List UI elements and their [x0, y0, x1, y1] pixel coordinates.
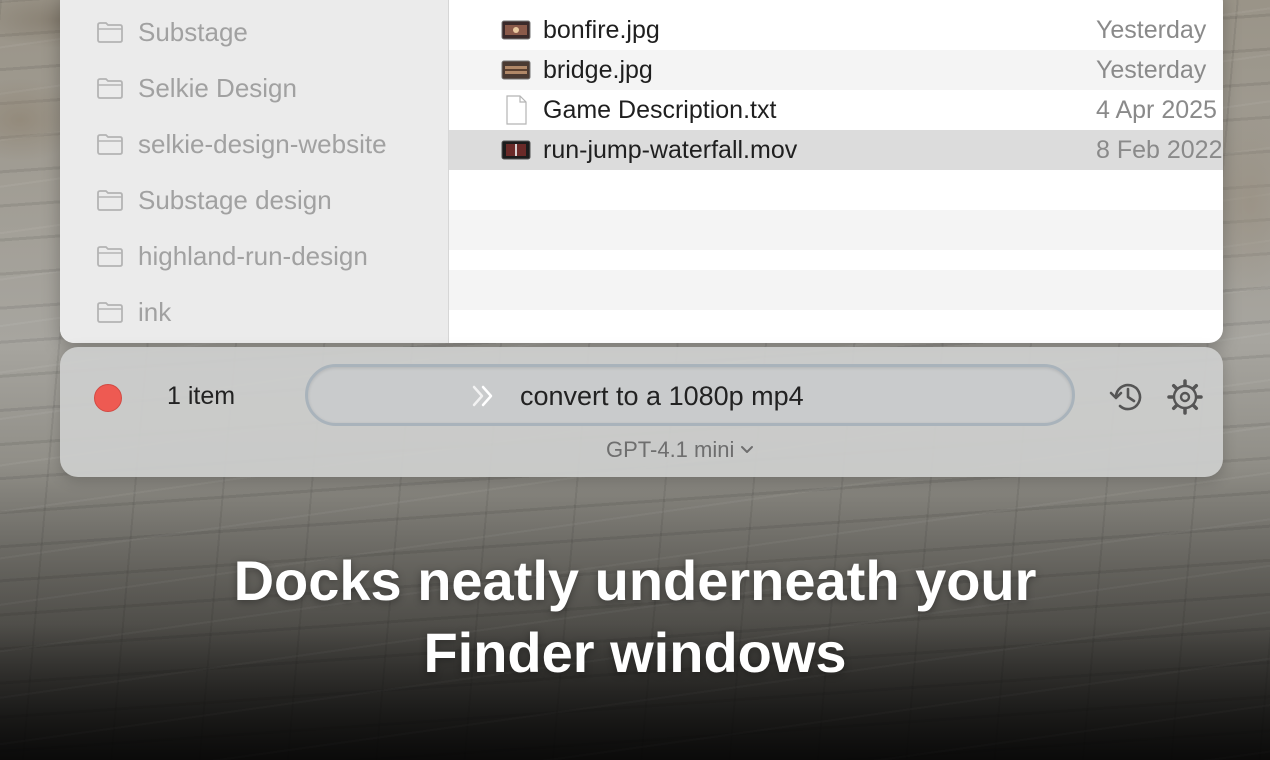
file-name: bonfire.jpg	[543, 15, 660, 44]
sidebar-item-selkie-design-website[interactable]: selkie-design-website	[96, 126, 387, 162]
file-row-bonfire[interactable]: bonfire.jpg Yesterday	[449, 10, 1223, 50]
chevrons-right-icon	[472, 385, 493, 407]
file-name: bridge.jpg	[543, 55, 653, 84]
file-date: Yesterday	[1096, 55, 1207, 84]
empty-row	[449, 170, 1223, 210]
model-label: GPT-4.1 mini	[606, 437, 735, 462]
sidebar-item-label: Substage	[138, 16, 248, 47]
folder-icon	[97, 246, 123, 267]
caption-line-1: Docks neatly underneath your	[233, 549, 1037, 612]
file-date: 8 Feb 2022	[1096, 135, 1223, 164]
sidebar-item-label: highland-run-design	[138, 240, 368, 271]
folder-icon	[97, 22, 123, 43]
empty-row	[449, 270, 1223, 310]
sidebar-item-label: Selkie Design	[138, 72, 297, 103]
prompt-input[interactable]: convert to a 1080p mp4	[305, 364, 1075, 426]
close-button[interactable]	[94, 384, 122, 412]
file-row-game-description[interactable]: Game Description.txt 4 Apr 2025	[449, 90, 1223, 130]
video-thumbnail-icon	[501, 140, 531, 160]
marketing-caption: Docks neatly underneath your Finder wind…	[0, 545, 1270, 689]
folder-icon	[97, 134, 123, 155]
sidebar-item-label: selkie-design-website	[138, 128, 387, 159]
file-name: run-jump-waterfall.mov	[543, 135, 798, 164]
prompt-text: convert to a 1080p mp4	[520, 381, 804, 411]
finder-sidebar: Substage Selkie Design selkie-design-web…	[60, 0, 449, 343]
image-thumbnail-icon	[501, 20, 531, 40]
file-name: Game Description.txt	[543, 95, 777, 124]
file-row-bridge[interactable]: bridge.jpg Yesterday	[449, 50, 1223, 90]
sidebar-item-highland-run-design[interactable]: highland-run-design	[96, 238, 368, 274]
sidebar-item-substage-design[interactable]: Substage design	[96, 182, 332, 218]
image-thumbnail-icon	[501, 60, 531, 80]
sidebar-item-substage[interactable]: Substage	[96, 14, 248, 50]
file-date: Yesterday	[1096, 15, 1207, 44]
file-row-run-jump-waterfall[interactable]: run-jump-waterfall.mov 8 Feb 2022	[449, 130, 1223, 170]
sidebar-item-ink[interactable]: ink	[96, 294, 171, 330]
finder-window: Substage Selkie Design selkie-design-web…	[60, 0, 1223, 343]
folder-icon	[97, 190, 123, 211]
item-count: 1 item	[167, 382, 236, 410]
gear-icon[interactable]	[1166, 378, 1204, 416]
command-bar: 1 item convert to a 1080p mp4 GPT-4.1 mi…	[60, 347, 1223, 477]
file-list: bonfire.jpg Yesterday bridge.jpg Yesterd…	[449, 0, 1223, 343]
model-selector[interactable]: GPT-4.1 mini	[606, 437, 754, 463]
folder-icon	[97, 78, 123, 99]
caption-line-2: Finder windows	[423, 621, 847, 684]
empty-row	[449, 210, 1223, 250]
history-icon[interactable]	[1108, 378, 1146, 416]
sidebar-item-selkie-design[interactable]: Selkie Design	[96, 70, 297, 106]
text-document-icon	[506, 95, 527, 125]
file-date: 4 Apr 2025	[1096, 95, 1217, 124]
sidebar-item-label: Substage design	[138, 184, 332, 215]
chevron-down-icon	[741, 446, 754, 453]
folder-icon	[97, 302, 123, 323]
sidebar-item-label: ink	[138, 296, 172, 327]
